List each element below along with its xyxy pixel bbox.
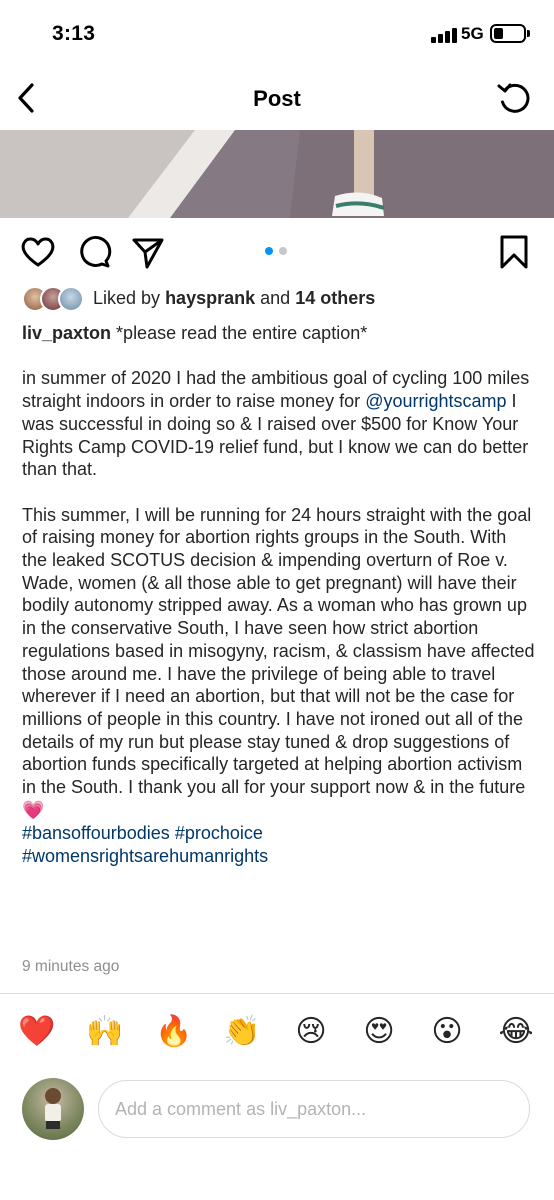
- save-button[interactable]: [494, 232, 534, 272]
- caption-username[interactable]: liv_paxton: [22, 323, 111, 343]
- network-type: 5G: [461, 24, 484, 43]
- reaction-surprised[interactable]: 😮: [425, 1010, 469, 1054]
- paper-plane-icon: [132, 238, 164, 269]
- caption-intro-text: *please read the entire caption*: [116, 323, 368, 343]
- comment-input[interactable]: [98, 1080, 530, 1138]
- reaction-heart-eyes[interactable]: 😍: [357, 1010, 401, 1054]
- quick-reactions: ❤️ 🙌 🔥 👏 😢 😍 😮 😂: [0, 1010, 554, 1058]
- status-time: 3:13: [52, 22, 96, 45]
- divider: [0, 993, 554, 994]
- caption-intro: liv_paxton *please read the entire capti…: [22, 322, 536, 345]
- nav-header: Post: [0, 70, 554, 130]
- comment-button[interactable]: [74, 232, 114, 272]
- refresh-button[interactable]: [494, 78, 536, 120]
- post-actions: [0, 222, 554, 278]
- share-button[interactable]: [128, 232, 168, 272]
- liker-avatars: [22, 286, 88, 312]
- caption-p2-text: This summer, I will be running for 24 ho…: [22, 504, 535, 798]
- reaction-clapping[interactable]: 👏: [220, 1010, 264, 1054]
- battery-cap: [527, 30, 530, 37]
- refresh-icon: [497, 83, 530, 113]
- pink-heart-emoji: 💗: [22, 799, 45, 821]
- caption-paragraph-1: in summer of 2020 I had the ambitious go…: [22, 367, 536, 481]
- comment-bubble-icon: [80, 236, 112, 268]
- cellular-signal-icon: [431, 27, 457, 43]
- likes-and: and: [260, 288, 291, 308]
- reaction-heart[interactable]: ❤️: [15, 1010, 59, 1054]
- avatar: [22, 1078, 84, 1140]
- heart-icon: [21, 237, 55, 267]
- running-track-image: [0, 130, 554, 218]
- page-title: Post: [253, 86, 301, 111]
- carousel-dot: [279, 247, 287, 255]
- status-bar: 3:13 5G: [0, 0, 554, 70]
- battery-icon: [490, 24, 526, 43]
- mention-link[interactable]: @yourrightscamp: [365, 391, 506, 411]
- reaction-laughing[interactable]: 😂: [494, 1010, 538, 1054]
- likes-text: Liked by haysprank and 14 others: [93, 288, 375, 309]
- post-image[interactable]: [0, 130, 554, 218]
- like-button[interactable]: [18, 232, 58, 272]
- comment-bar: [0, 1077, 554, 1143]
- likes-others-count[interactable]: 14 others: [295, 288, 375, 308]
- hashtag-link[interactable]: #womensrightsarehumanrights: [22, 846, 268, 866]
- user-avatar-image: [45, 1088, 61, 1129]
- caption-hashtags-2: #womensrightsarehumanrights: [22, 845, 536, 868]
- avatar: [58, 286, 84, 312]
- bookmark-icon: [500, 235, 528, 269]
- caption-paragraph-2: This summer, I will be running for 24 ho…: [22, 504, 536, 823]
- hashtag-link[interactable]: #bansoffourbodies: [22, 823, 170, 843]
- post-timestamp: 9 minutes ago: [22, 958, 120, 975]
- likes-summary[interactable]: Liked by haysprank and 14 others: [22, 284, 532, 314]
- reaction-crying[interactable]: 😢: [289, 1010, 333, 1054]
- post-caption: liv_paxton *please read the entire capti…: [22, 322, 536, 868]
- liker-username[interactable]: haysprank: [165, 288, 255, 308]
- carousel-dot-active: [265, 247, 273, 255]
- caption-hashtags: #bansoffourbodies #prochoice: [22, 822, 536, 845]
- reaction-fire[interactable]: 🔥: [152, 1010, 196, 1054]
- reaction-raised-hands[interactable]: 🙌: [83, 1010, 127, 1054]
- likes-prefix: Liked by: [93, 288, 161, 308]
- hashtag-link[interactable]: #prochoice: [175, 823, 263, 843]
